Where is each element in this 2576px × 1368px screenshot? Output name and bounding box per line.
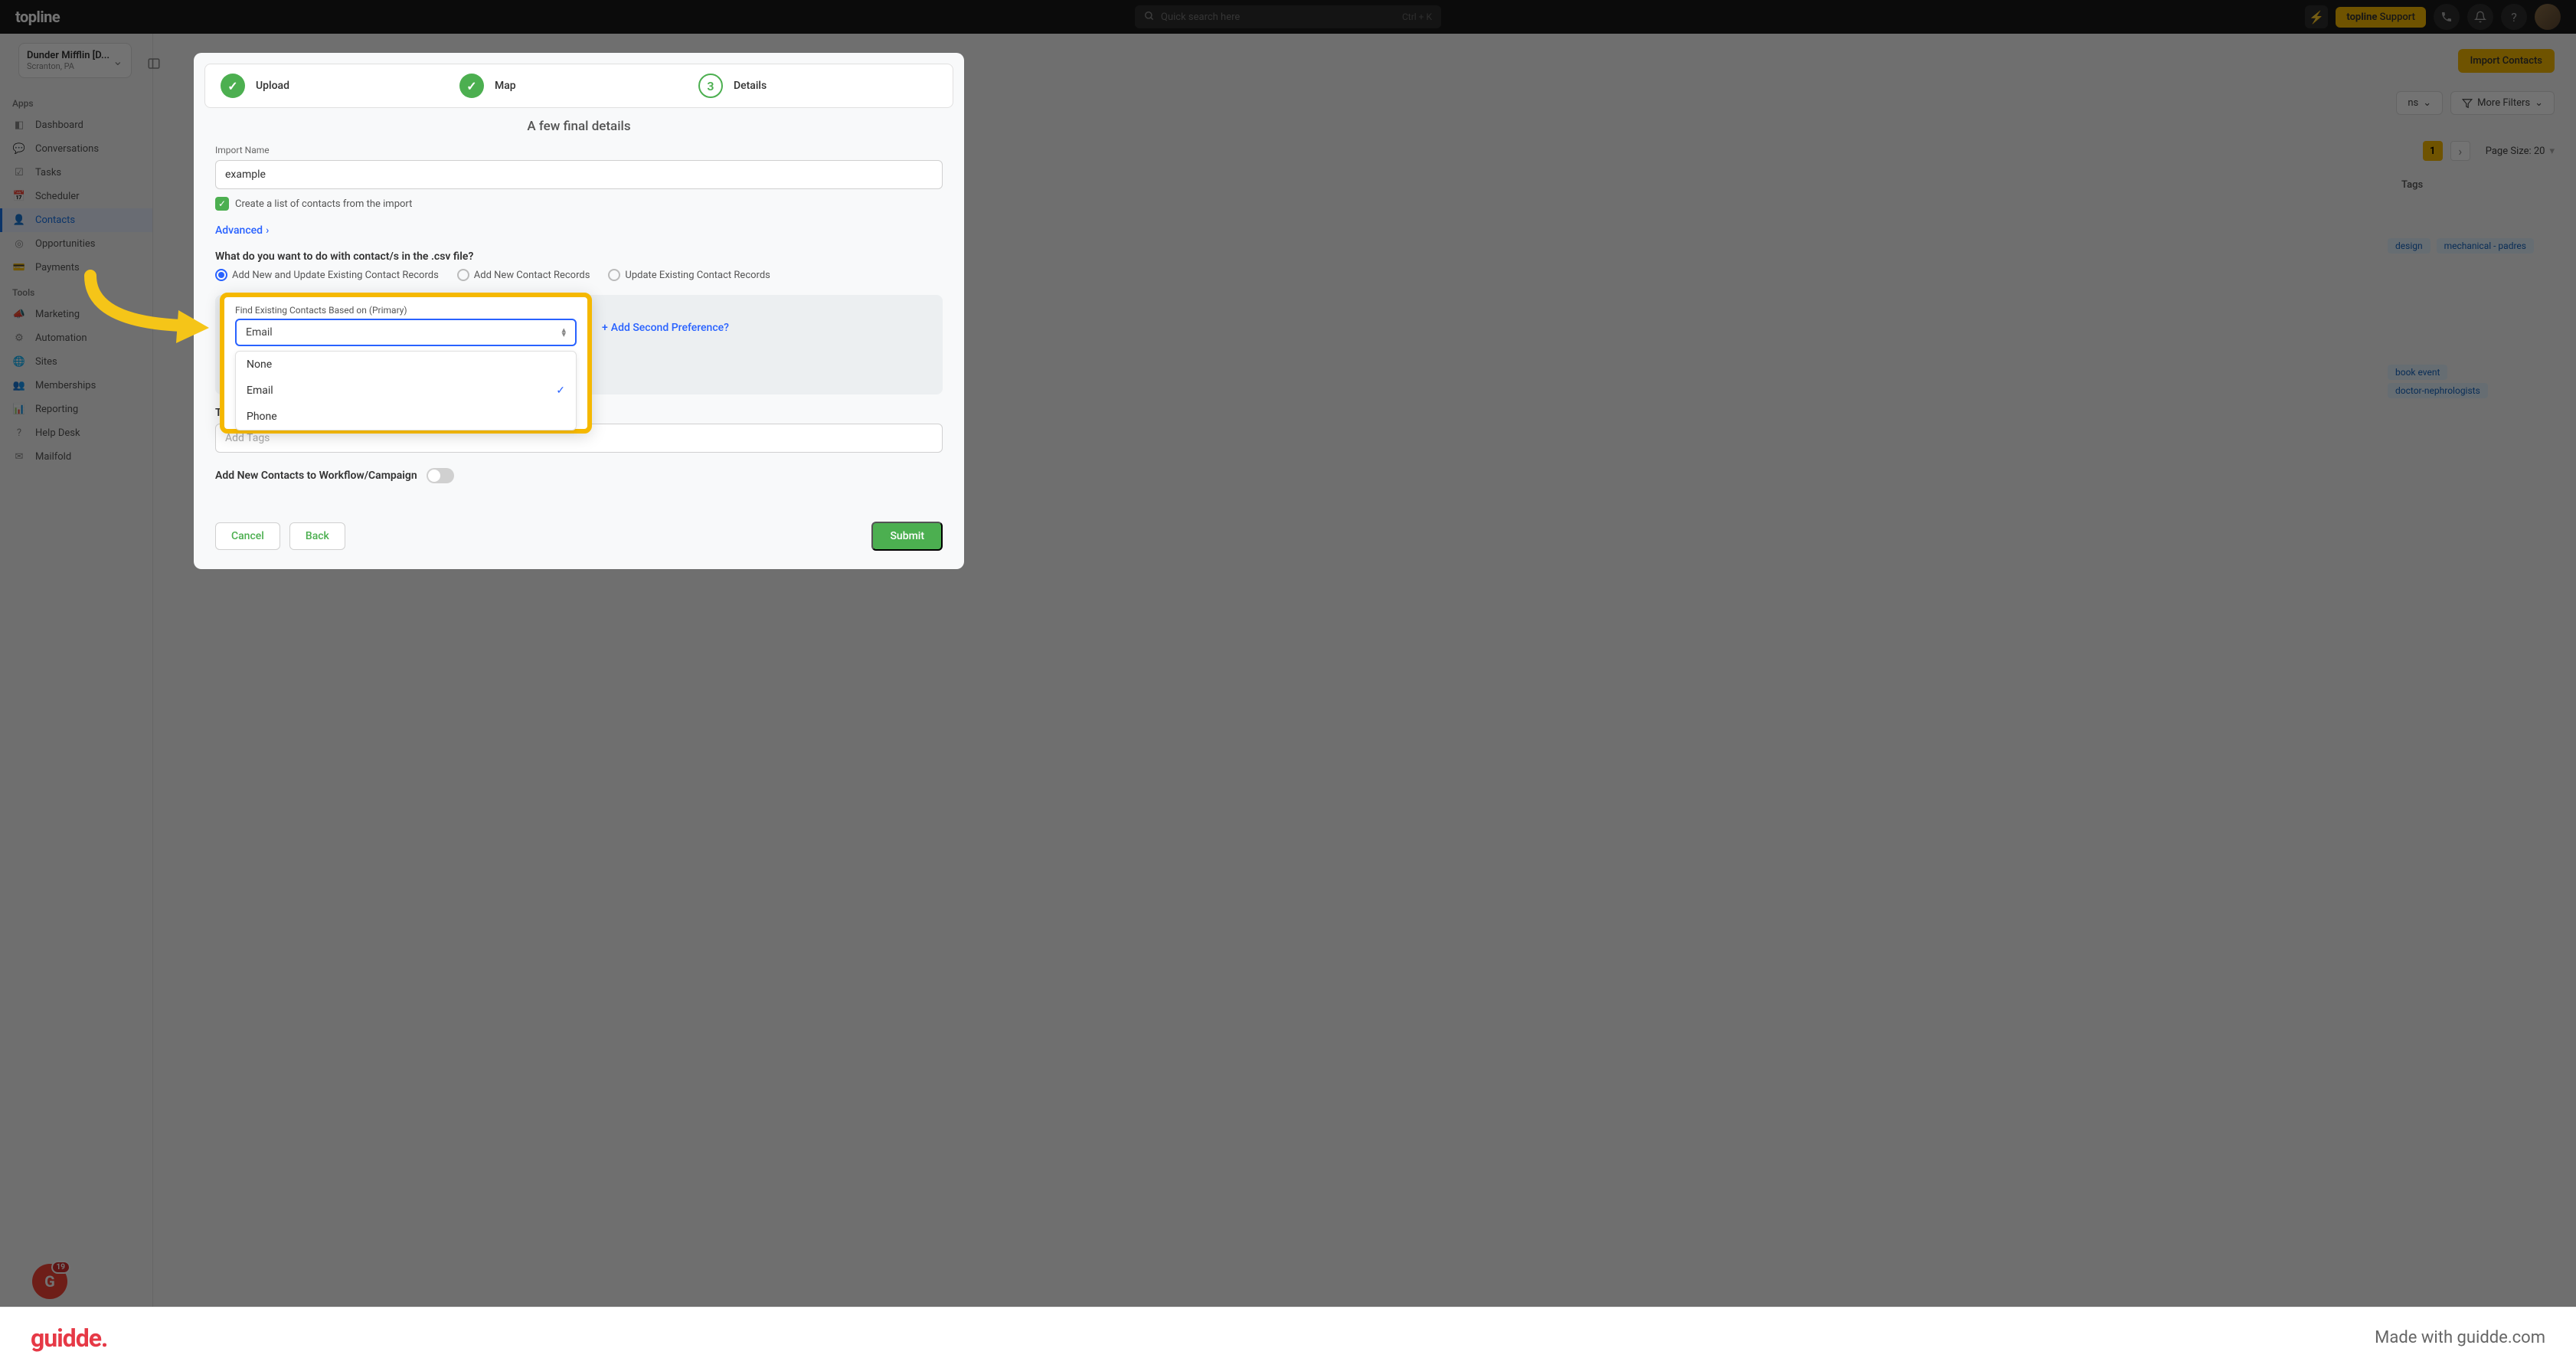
checkbox-checked-icon: ✓ [215, 197, 229, 211]
guidde-logo: guidde. [31, 1324, 107, 1353]
dropdown-option[interactable]: Email✓ [236, 378, 576, 404]
radio-option[interactable]: Add New Contact Records [457, 269, 590, 281]
radio-option[interactable]: Update Existing Contact Records [608, 269, 770, 281]
back-button[interactable]: Back [289, 522, 345, 550]
workflow-toggle-row: Add New Contacts to Workflow/Campaign [215, 468, 943, 483]
plus-icon: + [602, 322, 608, 334]
step-details: 3 Details [698, 74, 937, 98]
primary-match-label: Find Existing Contacts Based on (Primary… [235, 305, 577, 316]
dropdown-list: NoneEmail✓Phone [235, 351, 577, 430]
advanced-toggle[interactable]: Advanced› [215, 224, 943, 237]
add-second-preference-link[interactable]: +Add Second Preference? [602, 322, 729, 334]
primary-match-select[interactable]: Email ▴▾ [235, 319, 577, 346]
submit-button[interactable]: Submit [871, 522, 943, 551]
create-list-checkbox-row[interactable]: ✓ Create a list of contacts from the imp… [215, 197, 943, 211]
radio-option[interactable]: Add New and Update Existing Contact Reco… [215, 269, 439, 281]
modal-footer: Cancel Back Submit [194, 522, 964, 569]
csv-action-question: What do you want to do with contact/s in… [215, 250, 943, 263]
made-with-label: Made with guidde.com [2375, 1328, 2545, 1347]
workflow-toggle[interactable] [427, 468, 454, 483]
step-upload: ✓ Upload [221, 74, 459, 98]
cancel-button[interactable]: Cancel [215, 522, 280, 550]
dropdown-option[interactable]: None [236, 352, 576, 378]
step-map: ✓ Map [459, 74, 698, 98]
check-icon: ✓ [459, 74, 484, 98]
guidde-footer: guidde. Made with guidde.com [0, 1307, 2576, 1368]
check-icon: ✓ [556, 385, 565, 397]
radio-group: Add New and Update Existing Contact Reco… [215, 269, 943, 281]
dropdown-option[interactable]: Phone [236, 404, 576, 430]
import-name-label: Import Name [215, 145, 943, 155]
modal-title: A few final details [194, 119, 964, 134]
chevron-right-icon: › [266, 224, 269, 237]
stepper: ✓ Upload ✓ Map 3 Details [204, 64, 953, 108]
import-name-input[interactable] [215, 160, 943, 189]
highlight-dropdown: Find Existing Contacts Based on (Primary… [220, 293, 592, 434]
radio-icon [215, 269, 227, 281]
check-icon: ✓ [221, 74, 245, 98]
updown-icon: ▴▾ [561, 328, 566, 337]
radio-icon [608, 269, 620, 281]
radio-icon [457, 269, 469, 281]
